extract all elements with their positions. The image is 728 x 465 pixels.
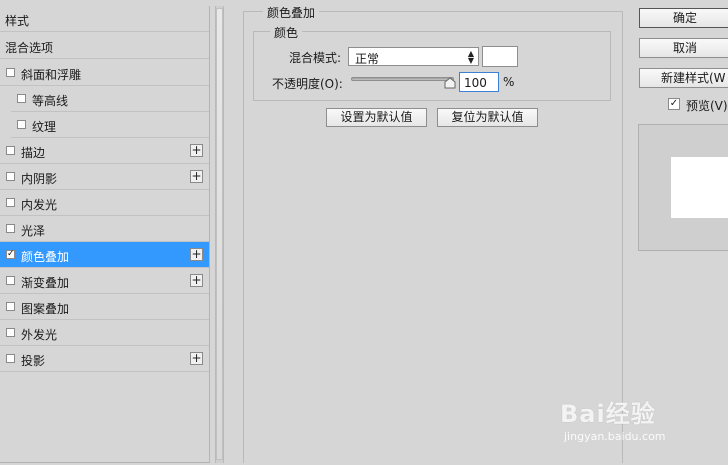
scrollbar-thumb[interactable]	[216, 8, 223, 460]
add-drop-shadow-icon[interactable]: +	[190, 352, 203, 365]
style-list-scrollbar[interactable]	[215, 6, 224, 463]
pattern-overlay-checkbox[interactable]	[6, 302, 15, 311]
overlay-color-swatch[interactable]	[482, 46, 518, 67]
style-item-texture[interactable]: 纹理	[11, 112, 209, 138]
style-item-drop-shadow[interactable]: 投影 +	[0, 346, 209, 372]
style-list-header[interactable]: 样式	[0, 6, 209, 32]
add-gradient-overlay-icon[interactable]: +	[190, 274, 203, 287]
opacity-unit: %	[503, 75, 515, 89]
style-item-label: 光泽	[21, 224, 46, 238]
opacity-slider[interactable]	[351, 77, 454, 81]
style-item-inner-shadow[interactable]: 内阴影 +	[0, 164, 209, 190]
blend-mode-label: 混合模式:	[289, 51, 342, 65]
inner-glow-checkbox[interactable]	[6, 198, 15, 207]
style-item-label: 内发光	[21, 198, 58, 212]
style-list-header-label: 样式	[5, 14, 30, 28]
style-item-label: 等高线	[32, 94, 69, 108]
style-item-outer-glow[interactable]: 外发光	[0, 320, 209, 346]
style-item-label: 图案叠加	[21, 302, 70, 316]
watermark-url: jingyan.baidu.com	[564, 430, 666, 443]
style-item-gradient-overlay[interactable]: 渐变叠加 +	[0, 268, 209, 294]
style-item-label: 颜色叠加	[21, 250, 70, 264]
add-inner-shadow-icon[interactable]: +	[190, 170, 203, 183]
style-item-stroke[interactable]: 描边 +	[0, 138, 209, 164]
color-overlay-title: 颜色叠加	[263, 4, 320, 21]
make-default-button[interactable]: 设置为默认值	[326, 108, 427, 127]
blend-mode-select[interactable]: 正常 ▲ ▼	[348, 47, 479, 66]
preview-label: 预览(V)	[686, 99, 728, 113]
preview-checkbox[interactable]: ✓	[668, 98, 680, 110]
inner-shadow-checkbox[interactable]	[6, 172, 15, 181]
contour-checkbox[interactable]	[17, 94, 26, 103]
blend-options-item[interactable]: 混合选项	[0, 33, 209, 59]
color-subgroup-title: 颜色	[270, 24, 303, 41]
opacity-label: 不透明度(O):	[272, 77, 343, 91]
watermark-brand: Bai经验	[560, 400, 656, 428]
style-item-label: 投影	[21, 354, 46, 368]
slider-thumb-icon[interactable]	[444, 77, 456, 89]
satin-checkbox[interactable]	[6, 224, 15, 233]
drop-shadow-checkbox[interactable]	[6, 354, 15, 363]
preview-swatch	[671, 157, 728, 218]
style-item-color-overlay[interactable]: ✓ 颜色叠加 +	[0, 242, 209, 268]
style-item-label: 渐变叠加	[21, 276, 70, 290]
style-item-inner-glow[interactable]: 内发光	[0, 190, 209, 216]
style-item-bevel-emboss[interactable]: 斜面和浮雕	[0, 60, 209, 86]
style-item-label: 内阴影	[21, 172, 58, 186]
select-arrows-icon: ▲ ▼	[467, 49, 474, 65]
add-stroke-icon[interactable]: +	[190, 144, 203, 157]
gradient-overlay-checkbox[interactable]	[6, 276, 15, 285]
opacity-input[interactable]: 100	[459, 72, 499, 92]
outer-glow-checkbox[interactable]	[6, 328, 15, 337]
reset-default-button[interactable]: 复位为默认值	[437, 108, 538, 127]
blend-mode-value: 正常	[355, 52, 380, 66]
blend-options-label: 混合选项	[5, 41, 54, 55]
color-overlay-checkbox[interactable]: ✓	[6, 250, 15, 259]
style-list-panel: 样式 混合选项 斜面和浮雕 等高线 纹理 描边 + 内阴影 + 内发光 光泽 ✓…	[0, 6, 210, 463]
cancel-button[interactable]: 取消	[639, 38, 728, 58]
opacity-value: 100	[464, 76, 487, 90]
style-item-label: 纹理	[32, 120, 57, 134]
style-item-contour[interactable]: 等高线	[11, 86, 209, 112]
watermark: Bai经验 jingyan.baidu.com	[560, 392, 728, 452]
style-item-label: 外发光	[21, 328, 58, 342]
texture-checkbox[interactable]	[17, 120, 26, 129]
bevel-emboss-checkbox[interactable]	[6, 68, 15, 77]
ok-button[interactable]: 确定	[639, 8, 728, 28]
add-color-overlay-icon[interactable]: +	[190, 248, 203, 261]
style-item-satin[interactable]: 光泽	[0, 216, 209, 242]
style-item-pattern-overlay[interactable]: 图案叠加	[0, 294, 209, 320]
style-item-label: 描边	[21, 146, 46, 160]
style-item-label: 斜面和浮雕	[21, 68, 82, 82]
new-style-button[interactable]: 新建样式(W	[639, 68, 728, 88]
stroke-checkbox[interactable]	[6, 146, 15, 155]
